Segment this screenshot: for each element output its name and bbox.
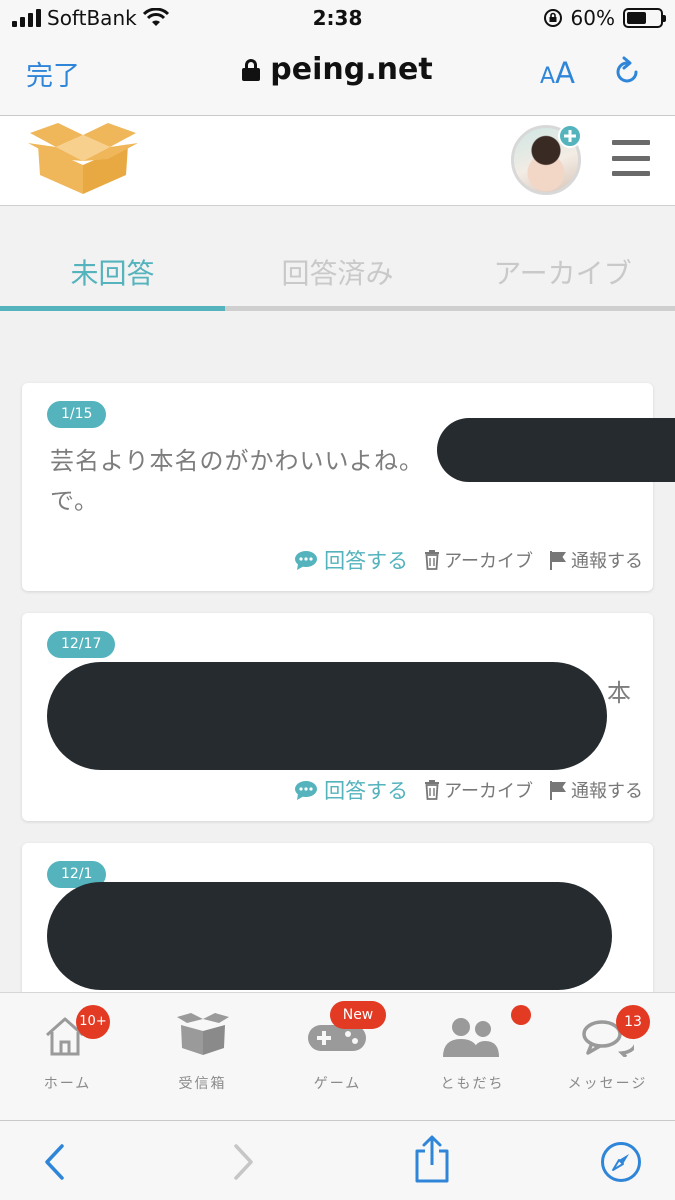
rotation-lock-icon [543,9,562,27]
report-label: 通報する [571,551,643,572]
bottom-nav: 10+ ホーム 受信箱 New ゲーム ともだち 13 メッセージ [0,992,675,1120]
friends-dot-badge [511,1005,531,1025]
answer-label: 回答する [324,779,409,803]
tab-unanswered[interactable]: 未回答 [0,252,225,292]
report-button[interactable]: 通報する [549,777,643,803]
nav-home-label: ホーム [43,1076,92,1092]
answer-button[interactable]: 回答する [294,775,408,805]
add-plus-icon[interactable] [558,124,582,148]
report-button[interactable]: 通報する [549,547,643,573]
question-line: で。 [50,487,100,515]
archive-label: アーカイブ [444,551,533,572]
flag-icon [550,781,566,800]
answer-button[interactable]: 回答する [294,545,408,575]
nav-home[interactable]: 10+ ホーム [0,993,135,1121]
nav-messages[interactable]: 13 メッセージ [540,993,675,1121]
date-badge: 12/17 [47,631,116,658]
status-bar: SoftBank 2:38 60% [0,0,675,38]
trash-icon [425,780,440,800]
status-right: 60% [543,6,666,30]
text-size-button[interactable]: AA [540,56,575,90]
browser-bottom-toolbar [0,1120,675,1200]
redaction-marker [47,882,612,990]
question-card: 1/15 芸名より本名のがかわいいよね。 で。 回答する アーカイブ 通報する [22,383,653,591]
url-text: peing.net [270,52,433,87]
nav-game[interactable]: New ゲーム [270,993,405,1121]
battery-icon [623,8,666,28]
nav-friends[interactable]: ともだち [405,993,540,1121]
nav-messages-label: メッセージ [567,1076,648,1092]
tab-indicator [0,306,675,311]
text-size-label-large: A [555,56,575,90]
nav-inbox[interactable]: 受信箱 [135,993,270,1121]
game-new-badge: New [330,1001,386,1029]
trash-icon [425,550,440,570]
answer-label: 回答する [324,549,409,573]
archive-label: アーカイブ [444,781,533,802]
speech-bubble-icon [295,781,318,800]
share-icon[interactable] [412,1135,452,1185]
card-actions: 回答する アーカイブ 通報する [294,545,643,575]
peing-logo-icon[interactable] [28,121,138,196]
text-size-label-small: A [540,64,556,89]
date-badge: 1/15 [47,401,107,428]
lock-icon [242,58,261,81]
flag-icon [550,551,566,570]
battery-percent: 60% [570,6,615,30]
home-badge: 10+ [76,1005,110,1039]
back-arrow-icon[interactable] [42,1143,68,1181]
forward-arrow-icon[interactable] [230,1143,256,1181]
archive-button[interactable]: アーカイブ [424,777,533,803]
compass-icon[interactable] [600,1141,642,1183]
question-fragment: 本 [607,679,632,707]
card-actions: 回答する アーカイブ 通報する [294,775,643,805]
nav-game-label: ゲーム [313,1076,362,1092]
nav-inbox-label: 受信箱 [178,1076,227,1092]
hamburger-menu-icon[interactable] [612,140,650,176]
nav-friends-label: ともだち [440,1076,505,1092]
report-label: 通報する [571,781,643,802]
redaction-marker [437,418,675,482]
inbox-box-icon [177,1013,229,1055]
tab-archive[interactable]: アーカイブ [450,252,675,292]
speech-bubble-icon [295,551,318,570]
archive-button[interactable]: アーカイブ [424,547,533,573]
messages-badge: 13 [616,1005,650,1039]
tab-answered[interactable]: 回答済み [225,252,450,292]
friends-icon [443,1018,499,1057]
reload-icon[interactable] [610,55,644,89]
browser-top-bar: 完了 peing.net AA [0,38,675,116]
question-tabs: 未回答 回答済み アーカイブ [0,206,675,312]
redaction-marker [47,662,607,770]
